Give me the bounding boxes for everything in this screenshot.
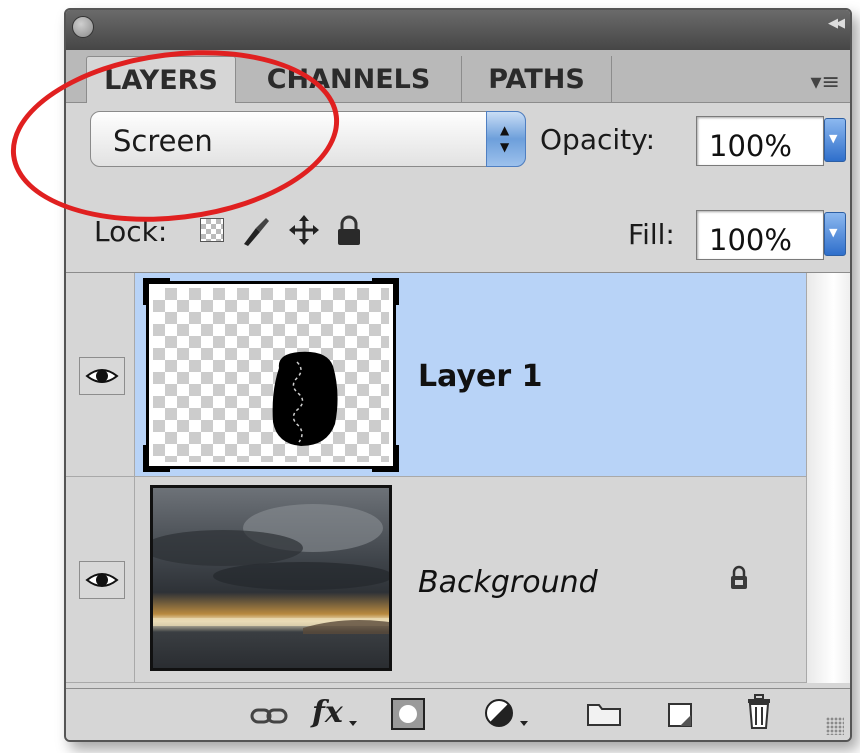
link-layers-icon[interactable] — [250, 705, 288, 727]
layer-content-shape — [272, 351, 338, 446]
panel-menu-icon[interactable]: ▾≡ — [811, 70, 840, 95]
visibility-column — [66, 477, 135, 682]
selection-corner — [372, 445, 399, 472]
lock-label: Lock: — [94, 215, 168, 248]
visibility-toggle[interactable] — [79, 357, 125, 395]
lock-position-icon[interactable] — [286, 212, 322, 248]
layers-panel: ◀◀ LAYERS CHANNELS PATHS ▾≡ Screen ▲ ▼ Op… — [64, 8, 852, 742]
layer-name[interactable]: Background — [418, 565, 598, 600]
opacity-value: 100% — [709, 129, 792, 163]
fill-label: Fill: — [628, 218, 675, 251]
blend-mode-stepper[interactable]: ▲ ▼ — [486, 111, 526, 167]
trash-icon[interactable] — [744, 693, 774, 731]
storm-photo-image — [153, 504, 389, 634]
layer-row-layer-1[interactable]: Layer 1 — [66, 273, 806, 477]
fill-field[interactable]: 100% — [696, 210, 824, 260]
panel-title-bar[interactable]: ◀◀ — [66, 10, 850, 50]
panel-bottom-bar: fx — [66, 688, 850, 740]
fill-dropdown-button[interactable]: ▼ — [824, 212, 846, 256]
chevron-down-icon — [520, 721, 528, 726]
blend-mode-select[interactable]: Screen ▲ ▼ — [90, 111, 526, 167]
up-down-arrows-icon: ▲ ▼ — [500, 123, 510, 154]
layer-lock-icon — [731, 565, 747, 589]
chevron-down-icon — [349, 721, 357, 726]
layer-thumbnail[interactable] — [143, 278, 399, 472]
layers-scrollbar[interactable] — [806, 273, 850, 683]
selection-corner — [143, 278, 170, 305]
blend-mode-value: Screen — [113, 124, 213, 158]
layers-list: Layer 1 Background — [66, 272, 850, 688]
lock-image-pixels-icon[interactable] — [238, 214, 272, 248]
background-thumbnail[interactable] — [150, 485, 392, 671]
lock-transparency-icon[interactable] — [200, 218, 224, 242]
lock-all-icon[interactable] — [334, 214, 364, 248]
eye-icon — [85, 369, 119, 383]
selection-corner — [372, 278, 399, 305]
opacity-field[interactable]: 100% — [696, 116, 824, 166]
tab-paths[interactable]: PATHS — [462, 56, 612, 102]
chevron-down-icon: ▼ — [829, 132, 838, 145]
fill-value: 100% — [709, 223, 792, 257]
fx-icon[interactable]: fx — [312, 695, 343, 730]
tab-layers[interactable]: LAYERS — [86, 56, 236, 103]
close-icon[interactable] — [72, 16, 94, 38]
collapse-icon[interactable]: ◀◀ — [828, 16, 845, 31]
adjustment-layer-icon[interactable] — [484, 697, 518, 731]
tab-strip: LAYERS CHANNELS PATHS ▾≡ — [66, 50, 850, 103]
opacity-dropdown-button[interactable]: ▼ — [824, 118, 846, 162]
new-group-icon[interactable] — [586, 701, 622, 727]
chevron-down-icon: ▼ — [829, 226, 838, 239]
selection-corner — [143, 445, 170, 472]
visibility-column — [66, 273, 135, 476]
eye-icon — [85, 573, 119, 587]
opacity-label: Opacity: — [540, 123, 656, 156]
layer-row-background[interactable]: Background — [66, 477, 806, 683]
visibility-toggle[interactable] — [79, 561, 125, 599]
layer-name[interactable]: Layer 1 — [418, 359, 542, 394]
tab-channels[interactable]: CHANNELS — [236, 56, 462, 102]
layer-mask-icon[interactable] — [390, 697, 426, 731]
new-layer-icon[interactable] — [666, 701, 694, 729]
resize-grip-icon[interactable] — [826, 717, 844, 735]
